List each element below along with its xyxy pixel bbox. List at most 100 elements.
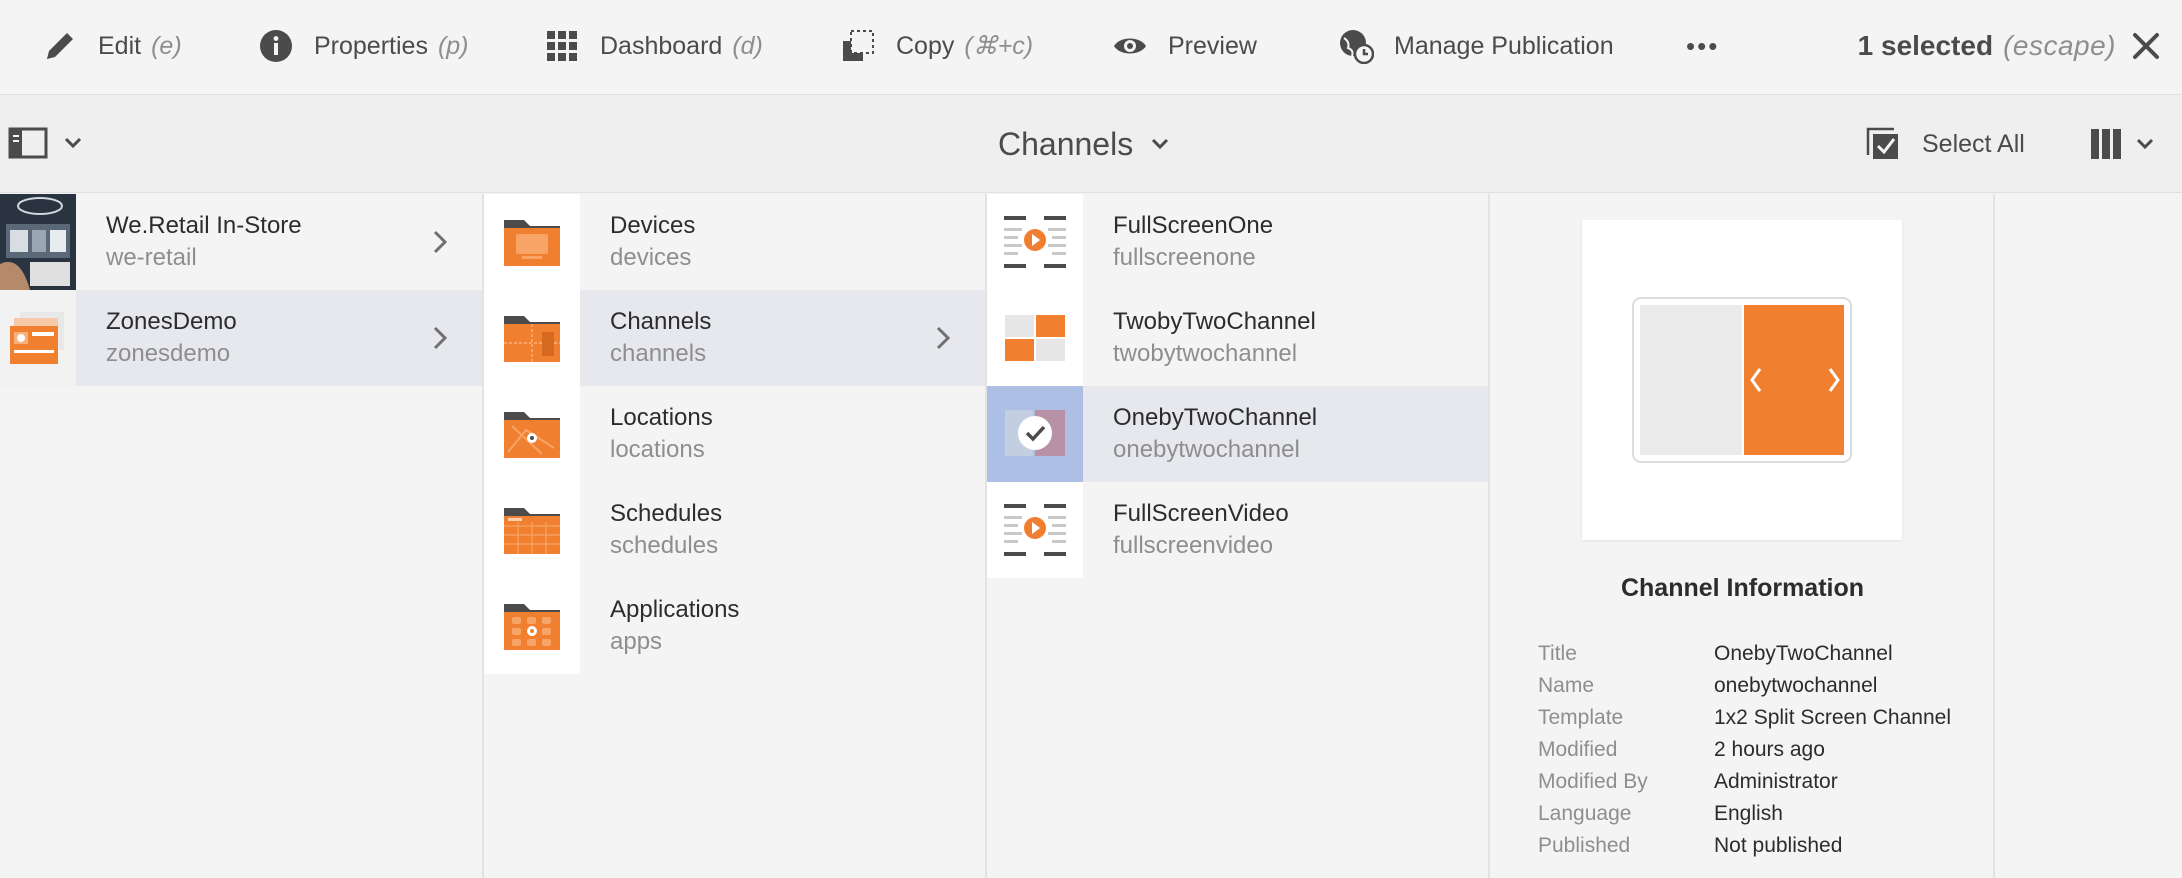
info-icon (258, 28, 294, 64)
item-title: ZonesDemo (106, 308, 237, 335)
meta-value: onebytwochannel (1714, 674, 1878, 697)
list-item-schedules[interactable]: Schedules schedules (484, 482, 985, 578)
selection-count: 1 selected (escape) (1858, 0, 2116, 92)
item-title: FullScreenOne (1113, 212, 1274, 239)
properties-button[interactable]: Properties (p) (258, 0, 469, 92)
edit-label: Edit (98, 31, 142, 60)
schedules-folder-icon (484, 482, 580, 578)
two-by-two-layout-icon (987, 290, 1083, 386)
meta-label: Published (1538, 834, 1631, 857)
side-rail-icon (8, 127, 48, 159)
edit-button[interactable]: Edit (e) (42, 0, 182, 92)
item-name: devices (610, 244, 692, 271)
item-name: locations (610, 436, 705, 463)
list-item-devices[interactable]: Devices devices (484, 194, 985, 290)
meta-label: Modified (1538, 738, 1618, 761)
item-name: schedules (610, 532, 719, 559)
sequence-channel-icon (987, 482, 1083, 578)
item-name: channels (610, 340, 707, 367)
rail-toggle-button[interactable] (8, 123, 82, 163)
preview-button[interactable]: Preview (1112, 0, 1257, 92)
page-title-label: Channels (998, 125, 1134, 162)
item-name: fullscreenvideo (1113, 532, 1274, 559)
list-item-fullscreenone[interactable]: FullScreenOne fullscreenone (987, 194, 1488, 290)
chevron-down-icon (1152, 138, 1169, 150)
properties-label: Properties (314, 31, 428, 60)
copy-label: Copy (896, 31, 955, 60)
item-title: FullScreenVideo (1113, 500, 1289, 527)
dashboard-shortcut: (d) (732, 31, 763, 60)
metadata-list: Title OnebyTwoChannel Name onebytwochannel… (1538, 638, 1951, 862)
dashboard-label: Dashboard (600, 31, 723, 60)
page-title[interactable]: Channels (998, 95, 1169, 193)
item-title: OnebyTwoChannel (1113, 404, 1318, 431)
dashboard-button[interactable]: Dashboard (d) (544, 0, 763, 92)
one-by-two-layout-preview (1632, 297, 1852, 463)
list-item-twobytwochannel[interactable]: TwobyTwoChannel twobytwochannel (987, 290, 1488, 386)
channel-preview-card (1582, 220, 1902, 540)
select-all-button[interactable]: Select All (1866, 95, 2025, 193)
preview-label: Preview (1168, 31, 1257, 60)
list-item-locations[interactable]: Locations locations (484, 386, 985, 482)
chevron-right-icon (422, 320, 458, 356)
item-title: Channels (610, 308, 712, 335)
chevron-down-icon (2136, 138, 2154, 150)
metadata-row: Name onebytwochannel (1538, 670, 1951, 702)
view-switcher-button[interactable] (2090, 95, 2154, 193)
more-actions-button[interactable]: ••• (1686, 0, 1719, 92)
title-bar: Channels Select All (0, 95, 2182, 193)
list-item-we-retail[interactable]: We.Retail In-Store we-retail (0, 194, 482, 290)
metadata-row: Modified 2 hours ago (1538, 734, 1951, 766)
list-item-zonesdemo[interactable]: ZonesDemo zonesdemo (0, 290, 482, 386)
list-item-channels[interactable]: Channels channels (484, 290, 985, 386)
pencil-icon (42, 28, 78, 64)
copy-button[interactable]: Copy (⌘+c) (840, 0, 1033, 92)
chevron-down-icon (64, 137, 82, 149)
channels-column: FullScreenOne fullscreenone TwobyTwoChan… (987, 194, 1490, 878)
copy-shortcut: (⌘+c) (964, 32, 1034, 60)
column-view-icon (2091, 129, 2121, 159)
zonesdemo-thumbnail (0, 290, 76, 386)
meta-label: Template (1538, 706, 1624, 729)
locations-folder-icon (484, 386, 580, 482)
applications-folder-icon (484, 578, 580, 674)
chevron-right-icon (925, 320, 961, 356)
meta-label: Modified By (1538, 770, 1648, 793)
metadata-row: Template 1x2 Split Screen Channel (1538, 702, 1951, 734)
metadata-row: Published Not published (1538, 830, 1951, 862)
selected-thumbnail (987, 386, 1083, 482)
item-title: Applications (610, 596, 740, 623)
meta-value: 1x2 Split Screen Channel (1714, 706, 1951, 729)
meta-label: Language (1538, 802, 1632, 825)
close-selection-button[interactable] (2126, 26, 2166, 66)
item-name: zonesdemo (106, 340, 231, 367)
meta-value: OnebyTwoChannel (1714, 642, 1893, 665)
channels-folder-icon (484, 290, 580, 386)
meta-label: Name (1538, 674, 1595, 697)
item-title: Locations (610, 404, 713, 431)
item-title: We.Retail In-Store (106, 212, 302, 239)
devices-folder-icon (484, 194, 580, 290)
metadata-row: Language English (1538, 798, 1951, 830)
escape-hint: (escape) (2003, 30, 2116, 61)
item-name: we-retail (106, 244, 197, 271)
list-item-applications[interactable]: Applications apps (484, 578, 985, 674)
info-heading: Channel Information (1620, 574, 1865, 602)
folders-column: Devices devices Channels channels Locati… (484, 194, 987, 878)
item-name: apps (610, 628, 663, 655)
list-item-fullscreenvideo[interactable]: FullScreenVideo fullscreenvideo (987, 482, 1488, 578)
manage-publication-label: Manage Publication (1394, 31, 1614, 60)
chevron-right-icon (422, 224, 458, 260)
item-name: onebytwochannel (1113, 436, 1300, 463)
metadata-row: Title OnebyTwoChannel (1538, 638, 1951, 670)
eye-icon (1112, 28, 1148, 64)
meta-value: English (1714, 802, 1783, 825)
list-item-onebytwochannel[interactable]: OnebyTwoChannel onebytwochannel (987, 386, 1488, 482)
item-title: Devices (610, 212, 696, 239)
item-title: Schedules (610, 500, 723, 527)
meta-value: Not published (1714, 834, 1843, 857)
edit-shortcut: (e) (151, 31, 182, 60)
grid-icon (544, 28, 580, 64)
properties-shortcut: (p) (437, 31, 469, 60)
manage-publication-button[interactable]: Manage Publication (1338, 0, 1614, 92)
